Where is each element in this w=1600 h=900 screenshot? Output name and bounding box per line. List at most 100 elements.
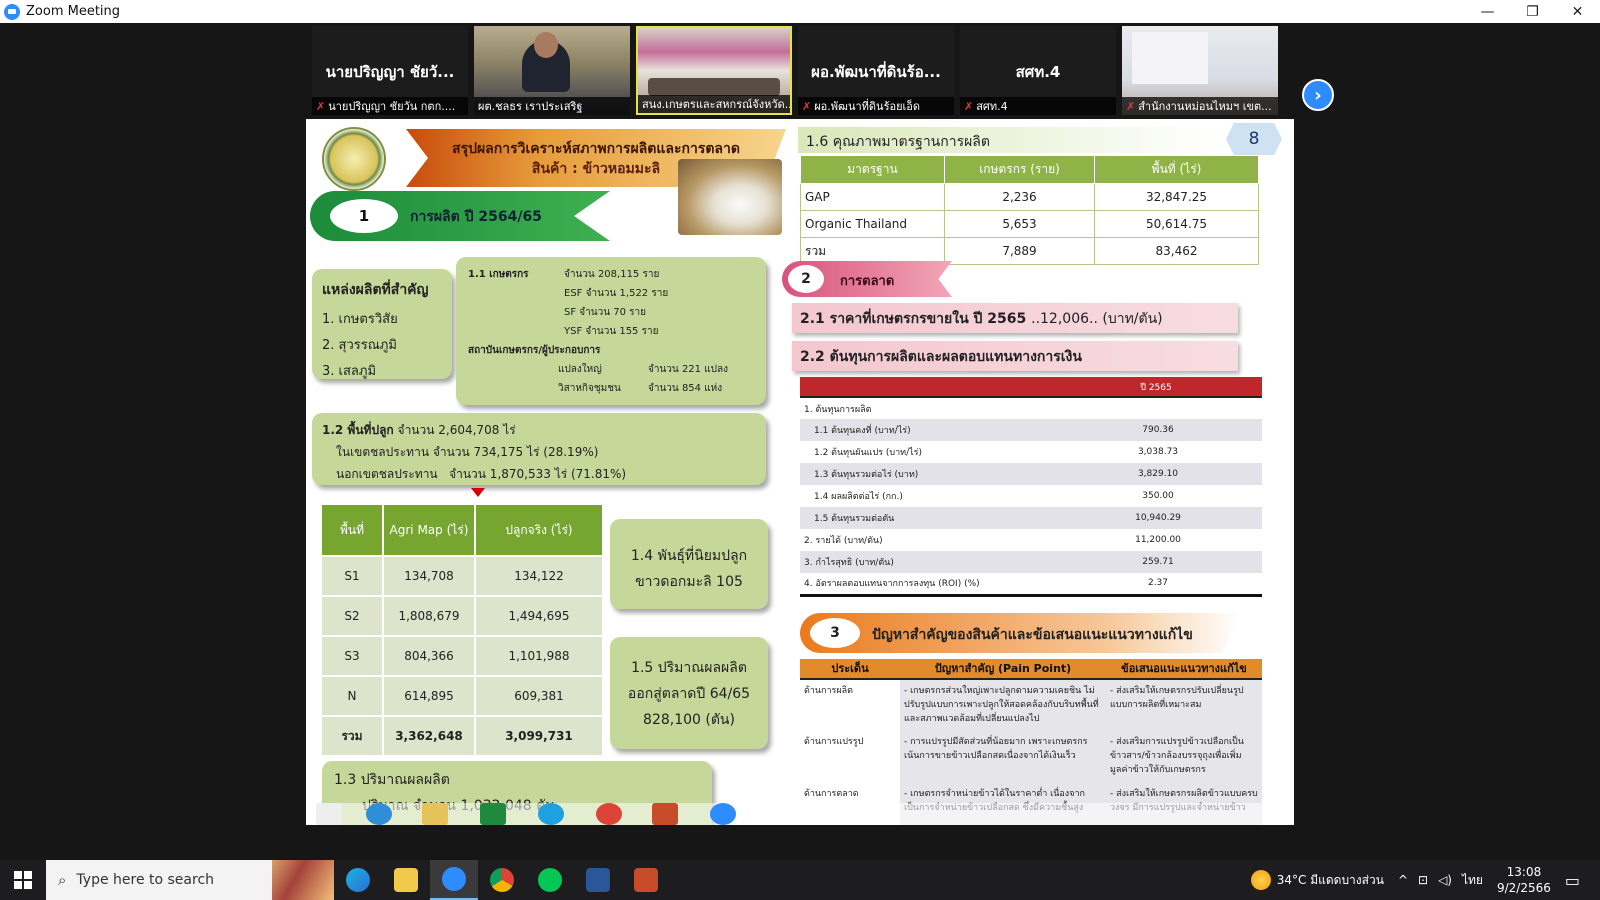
section1-banner: 1 การผลิต ปี 2564/65 <box>310 191 610 241</box>
participant-tile[interactable]: ผอ.พัฒนาที่ดินร้อ... ✗ ผอ.พัฒนาที่ดินร้อย… <box>798 26 954 115</box>
section-number: 3 <box>810 618 860 648</box>
participant-tile[interactable]: ผต.ชลธร เราประเสริฐ <box>474 26 630 115</box>
notification-icon[interactable]: ▭ <box>1565 871 1580 890</box>
taskbar-search[interactable]: ⌕ Type here to search <box>46 860 334 900</box>
table-row: 1.2 ต้นทุนผันแปร (บาท/ไร่) 3,038.73 <box>814 447 1179 458</box>
start-button[interactable] <box>0 860 46 900</box>
close-button[interactable]: ✕ <box>1555 0 1600 23</box>
table-row: S3 804,366 1,101,988 <box>320 635 604 677</box>
farmer-value: YSF จำนวน 155 ราย <box>564 326 659 337</box>
participant-label: สศท.4 <box>976 100 1008 113</box>
search-highlight-image <box>272 860 334 900</box>
area-table: พื้นที่ Agri Map (ไร่) ปลูกจริง (ไร่) S1… <box>320 503 604 757</box>
start-icon <box>316 803 342 825</box>
table-row: GAP 2,236 32,847.25 <box>800 183 1259 211</box>
muted-mic-icon: ✗ <box>316 99 326 113</box>
participant-label: สนง.เกษตรและสหกรณ์จังหวัด... <box>642 98 790 111</box>
area-irrigated: ในเขตชลประทาน จำนวน 734,175 ไร่ (28.19%) <box>336 445 599 459</box>
section-title: ปัญหาสำคัญของสินค้าและข้อเสนอแนะแนวทางแก… <box>872 627 1193 643</box>
table-row: 3. กำไรสุทธิ (บาท/ตัน) 259.71 <box>800 551 1262 573</box>
down-arrow-icon <box>471 488 485 497</box>
chrome-taskbar-icon[interactable] <box>478 860 526 900</box>
window-title: Zoom Meeting <box>26 4 121 19</box>
clock-time: 13:08 <box>1506 865 1542 879</box>
participant-video <box>648 78 780 96</box>
participant-video <box>1132 32 1208 84</box>
participant-tile[interactable]: นายปริญญา ชัยวั... ✗ นายปริญญา ชัยวัน กตก… <box>312 26 468 115</box>
weather-text[interactable]: 34°C มีแดดบางส่วน <box>1277 871 1384 890</box>
presenter-taskbar <box>306 803 1294 825</box>
participant-tile[interactable]: สศท.4 ✗ สศท.4 <box>960 26 1116 115</box>
network-icon[interactable]: ⊡ <box>1418 873 1428 887</box>
table-row: 1.5 ต้นทุนรวมต่อตัน 10,940.29 <box>800 507 1262 529</box>
participant-label: นายปริญญา ชัยวัน กตก.... <box>328 100 456 113</box>
participant-tile[interactable]: ✗ สำนักงานหม่อนไหมฯ เขต... <box>1122 26 1278 115</box>
clock[interactable]: 13:08 9/2/2566 <box>1497 864 1551 896</box>
windows-taskbar: ⌕ Type here to search 34°C มีแดดบางส่วน … <box>0 860 1600 900</box>
zoom-taskbar-icon[interactable] <box>430 860 478 900</box>
restore-button[interactable]: ❐ <box>1510 0 1555 23</box>
line-icon[interactable] <box>526 860 574 900</box>
table-header: ปลูกจริง (ไร่) <box>474 503 604 557</box>
participant-video <box>522 32 570 92</box>
store-icon <box>480 803 506 825</box>
section2-banner: 2 การตลาด <box>782 261 952 297</box>
table-header: Agri Map (ไร่) <box>382 503 476 557</box>
price-value: ..12,006.. (บาท/ตัน) <box>1031 311 1163 327</box>
file-explorer-icon[interactable] <box>382 860 430 900</box>
section-number: 1 <box>330 199 398 233</box>
production-sources-box: แหล่งผลิตที่สำคัญ 1. เกษตรวิสัย 2. สุวรร… <box>312 269 452 379</box>
powerpoint-taskbar-icon[interactable] <box>622 860 670 900</box>
variety-box: 1.4 พันธุ์ที่นิยมปลูก ขาวดอกมะลิ 105 <box>610 519 768 609</box>
area-non-irrigated: นอกเขตชลประทาน จำนวน 1,870,533 ไร่ (71.8… <box>336 467 627 481</box>
institution-value: จำนวน 221 แปลง <box>648 364 729 375</box>
zoom-icon <box>710 803 736 825</box>
area-total: จำนวน 2,604,708 ไร่ <box>397 423 516 437</box>
word-icon[interactable] <box>574 860 622 900</box>
skype-icon <box>538 803 564 825</box>
market-quantity-box: 1.5 ปริมาณผลผลิต ออกสู่ตลาดปี 64/65 828,… <box>610 637 768 749</box>
edge-icon[interactable] <box>334 860 382 900</box>
farmer-value: ESF จำนวน 1,522 ราย <box>564 288 669 299</box>
active-speaker-tile[interactable]: สนง.เกษตรและสหกรณ์จังหวัด... <box>636 26 792 115</box>
participant-label: ผต.ชลธร เราประเสริฐ <box>478 100 583 113</box>
table-row: Organic Thailand 5,653 50,614.75 <box>800 210 1259 238</box>
muted-mic-icon: ✗ <box>1126 99 1136 113</box>
institution-key: แปลงใหญ่ <box>558 364 602 375</box>
section-title: การตลาด <box>840 274 895 289</box>
planting-area-box: 1.2 พื้นที่ปลูก จำนวน 2,604,708 ไร่ ในเข… <box>312 413 766 485</box>
table-row-total: รวม 3,362,648 3,099,731 <box>320 715 604 757</box>
search-icon: ⌕ <box>58 871 67 889</box>
standards-table: มาตรฐาน เกษตรกร (ราย) พื้นที่ (ไร่) GAP 2… <box>800 155 1259 265</box>
source-item: 2. สุวรรณภูมิ <box>322 338 397 353</box>
institution-value: จำนวน 854 แห่ง <box>648 383 723 394</box>
farmer-value: จำนวน 208,115 ราย <box>564 269 660 280</box>
table-row: 1. ต้นทุนการผลิต <box>804 404 872 415</box>
powerpoint-icon <box>652 803 678 825</box>
chevron-up-icon[interactable]: ^ <box>1398 873 1408 887</box>
muted-mic-icon: ✗ <box>964 99 974 113</box>
shared-screen-slide: สรุปผลการวิเคราะห์สภาพการผลิตและการตลาด … <box>306 119 1294 825</box>
ministry-logo <box>322 127 386 191</box>
volume-icon[interactable]: ◁) <box>1438 873 1452 887</box>
minimize-button[interactable]: — <box>1465 0 1510 23</box>
area-heading: 1.2 พื้นที่ปลูก <box>322 423 394 437</box>
table-row: รวม 7,889 83,462 <box>800 237 1259 265</box>
participant-name-large: ผอ.พัฒนาที่ดินร้อ... <box>811 63 941 81</box>
table-row: ด้านการแปรรูป - การแปรรูปมีสัดส่วนที่น้อย… <box>800 731 1262 783</box>
variety-value: ขาวดอกมะลิ 105 <box>635 574 743 590</box>
table-row: S2 1,808,679 1,494,695 <box>320 595 604 637</box>
institution-key: วิสาหกิจชุมชน <box>558 383 621 394</box>
next-page-icon[interactable]: › <box>1302 79 1334 111</box>
participant-label: ผอ.พัฒนาที่ดินร้อยเอ็ด <box>814 100 921 113</box>
table-row: N 614,895 609,381 <box>320 675 604 717</box>
source-item: 3. เสลภูมิ <box>322 364 377 379</box>
price-label: 2.1 ราคาที่เกษตรกรขายใน ปี 2565 <box>800 311 1027 327</box>
market-qty-line1: 1.5 ปริมาณผลผลิต <box>631 660 747 676</box>
participant-label: สำนักงานหม่อนไหมฯ เขต... <box>1138 100 1272 113</box>
language-indicator[interactable]: ไทย <box>1462 871 1483 890</box>
source-item: 1. เกษตรวิสัย <box>322 312 398 327</box>
table-row: 4. อัตราผลตอบแทนจากการลงทุน (ROI) (%) 2.3… <box>800 573 1262 597</box>
system-tray: 34°C มีแดดบางส่วน ^ ⊡ ◁) ไทย 13:08 9/2/2… <box>1250 860 1600 900</box>
participant-strip: นายปริญญา ชัยวั... ✗ นายปริญญา ชัยวัน กตก… <box>0 24 1600 116</box>
